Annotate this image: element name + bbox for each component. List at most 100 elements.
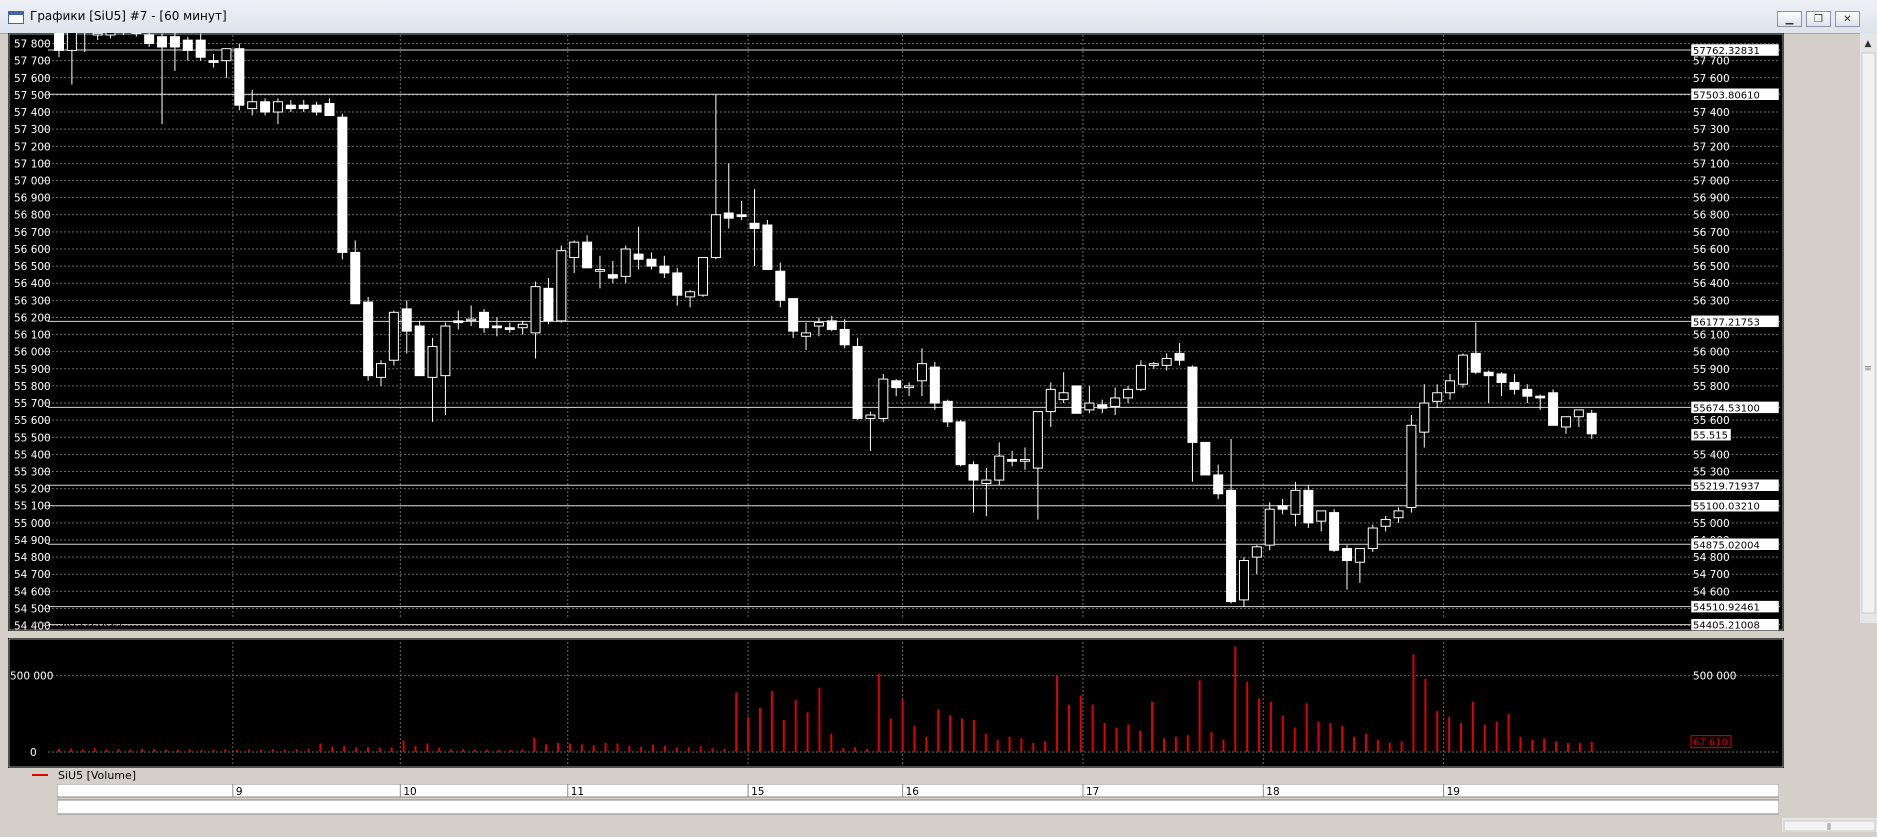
candle	[673, 268, 682, 306]
candle	[1072, 386, 1081, 413]
candle-body	[1433, 393, 1442, 402]
candle-body	[454, 321, 463, 323]
candle	[351, 240, 360, 303]
candle-body	[647, 259, 656, 266]
volume-y-tick-left: 500 000	[10, 671, 53, 683]
candle-body	[763, 225, 772, 270]
candle-body	[969, 465, 978, 480]
candle-body	[1227, 490, 1236, 601]
candle-body	[55, 33, 64, 50]
candle-body	[1317, 511, 1326, 521]
candle-body	[505, 328, 514, 330]
level-label: 57762.32831	[1693, 46, 1760, 57]
candle	[1021, 448, 1030, 470]
price-y-tick-right: 57 300	[1693, 124, 1730, 136]
candle-body	[1149, 364, 1158, 366]
candle	[1549, 389, 1558, 425]
candle-body	[1059, 393, 1068, 400]
candle-body	[261, 102, 270, 112]
candle-body	[67, 33, 76, 50]
candle-body	[338, 117, 347, 252]
candle	[67, 33, 76, 85]
candle-body	[1330, 513, 1339, 551]
candle	[132, 33, 141, 37]
candle-body	[1239, 561, 1248, 600]
chart-window: Графики [SiU5] #7 - [60 минут] ▁ ❐ ✕ 57 …	[0, 0, 1877, 836]
candle-body	[750, 223, 759, 228]
candle	[892, 379, 901, 396]
price-y-tick-left: 57 000	[14, 176, 51, 188]
level-label: 55100.03210	[1693, 502, 1760, 513]
candle-body	[1201, 442, 1210, 475]
candle	[686, 290, 695, 307]
candle	[1085, 386, 1094, 413]
price-y-tick-left: 54 600	[14, 586, 51, 598]
candle	[1265, 502, 1274, 550]
candle-body	[956, 422, 965, 465]
restore-button[interactable]: ❐	[1806, 11, 1831, 27]
candle	[183, 37, 192, 61]
candle	[1574, 410, 1583, 427]
candle-body	[209, 61, 218, 63]
price-y-tick-left: 57 700	[14, 56, 51, 68]
candle-body	[1368, 528, 1377, 549]
candle	[1510, 374, 1519, 395]
candle-body	[879, 379, 888, 418]
hscroll-grip-icon[interactable]: ⦀	[1827, 823, 1831, 833]
candle	[763, 220, 772, 270]
candle	[634, 227, 643, 270]
candle-body	[428, 347, 437, 378]
candle	[1471, 323, 1480, 374]
horizontal-scrollbar[interactable]: ⦀	[1782, 818, 1877, 832]
volume-frame	[9, 639, 1783, 767]
volume-chart[interactable]: 500 0000500 000 67 610	[8, 638, 1784, 768]
candle	[995, 442, 1004, 485]
candle-body	[480, 312, 489, 327]
candle	[1330, 509, 1339, 552]
candle	[1162, 353, 1171, 370]
candle-body	[1085, 403, 1094, 410]
candle	[1227, 439, 1236, 603]
candle-body	[377, 364, 386, 378]
candle-body	[1046, 389, 1055, 411]
candle	[1278, 499, 1287, 514]
candle-body	[1124, 389, 1133, 398]
scroll-up-icon[interactable]: ▲	[1865, 39, 1872, 49]
price-y-tick-right: 55 800	[1693, 381, 1730, 393]
price-y-tick-right: 55 000	[1693, 518, 1730, 530]
candle	[1381, 516, 1390, 531]
candle	[776, 263, 785, 308]
candle-body	[1162, 359, 1171, 366]
candle	[106, 33, 115, 38]
candle-body	[402, 309, 411, 331]
candle-body	[1136, 365, 1145, 389]
candle-body	[686, 292, 695, 297]
price-y-tick-right: 57 100	[1693, 158, 1730, 170]
price-y-tick-left: 57 600	[14, 73, 51, 85]
candle	[273, 98, 282, 124]
candle-body	[531, 287, 540, 333]
candle	[1343, 545, 1352, 590]
candle	[55, 33, 64, 57]
candle	[711, 95, 720, 259]
candle-body	[917, 364, 926, 381]
price-chart[interactable]: 57 80057 70057 60057 50057 40057 30057 2…	[8, 33, 1784, 631]
vertical-scrollbar[interactable]: ▲ ≡	[1860, 33, 1877, 623]
candle	[1188, 365, 1197, 481]
candle	[467, 305, 476, 326]
candle-body	[1343, 549, 1352, 561]
date-axis[interactable]: 910111516171819	[57, 784, 1779, 816]
price-y-tick-right: 55 300	[1693, 467, 1730, 479]
price-y-tick-left: 56 200	[14, 312, 51, 324]
scroll-grip-icon[interactable]: ≡	[1864, 364, 1872, 374]
candle	[531, 282, 540, 359]
candle	[415, 321, 424, 376]
candle	[1407, 415, 1416, 513]
candle-body	[351, 252, 360, 303]
candle-body	[1484, 372, 1493, 375]
candle-body	[299, 105, 308, 108]
close-button[interactable]: ✕	[1835, 11, 1860, 27]
title-bar[interactable]: Графики [SiU5] #7 - [60 минут] ▁ ❐ ✕	[0, 0, 1877, 34]
candle	[428, 338, 437, 422]
minimize-button[interactable]: ▁	[1777, 11, 1802, 27]
